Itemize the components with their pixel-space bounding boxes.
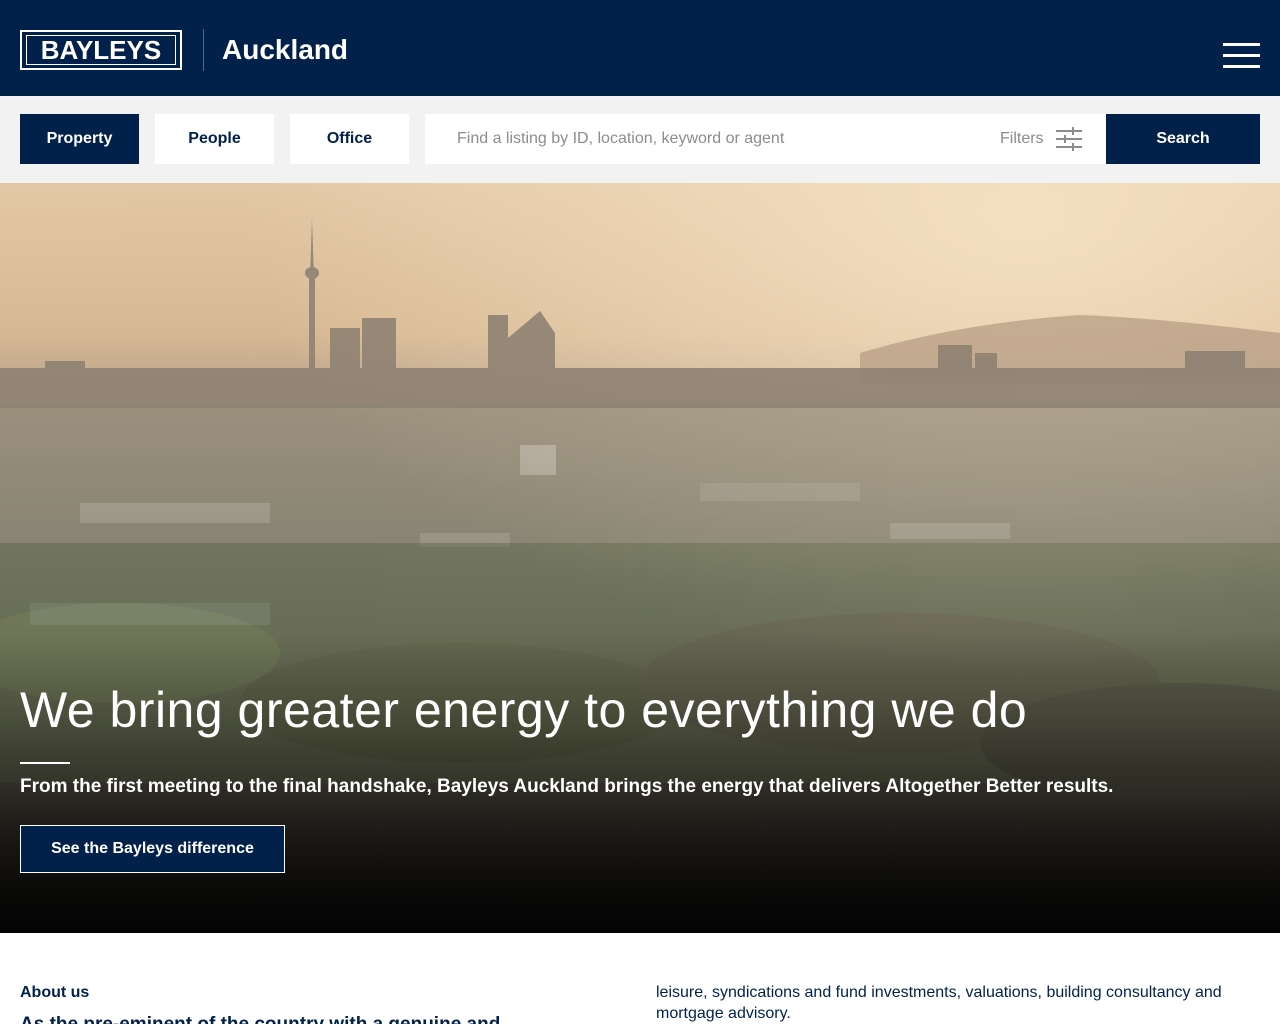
hamburger-menu-icon[interactable] [1223,43,1260,69]
tab-office[interactable]: Office [290,114,409,164]
search-button[interactable]: Search [1106,114,1260,164]
hero-title: We bring greater energy to everything we… [20,682,1028,738]
header-divider [203,29,204,71]
tab-property[interactable]: Property [20,114,139,164]
about-body: leisure, syndications and fund investmen… [656,984,1222,1022]
hero-banner: We bring greater energy to everything we… [0,183,1280,933]
search-field: Filters [425,114,1106,164]
filters-button[interactable]: Filters [1000,114,1090,164]
logo-text: BAYLEYS [26,35,176,65]
about-lead: As the pre-eminent of the country with a… [20,1012,620,1024]
tab-people[interactable]: People [155,114,274,164]
hero-subtitle: From the first meeting to the final hand… [20,776,1114,797]
about-heading: About us [20,984,90,1001]
auckland-skyline-image [0,183,1280,933]
search-input[interactable] [425,114,985,164]
sliders-icon [1056,127,1082,151]
filters-label: Filters [1000,130,1044,147]
hero-divider [20,762,70,764]
office-name[interactable]: Auckland [222,31,348,69]
site-header: BAYLEYS Auckland [0,0,1280,96]
search-bar: Property People Office Filters Search [0,96,1280,183]
bayleys-difference-button[interactable]: See the Bayleys difference [20,825,285,873]
bayleys-logo[interactable]: BAYLEYS [20,30,182,70]
